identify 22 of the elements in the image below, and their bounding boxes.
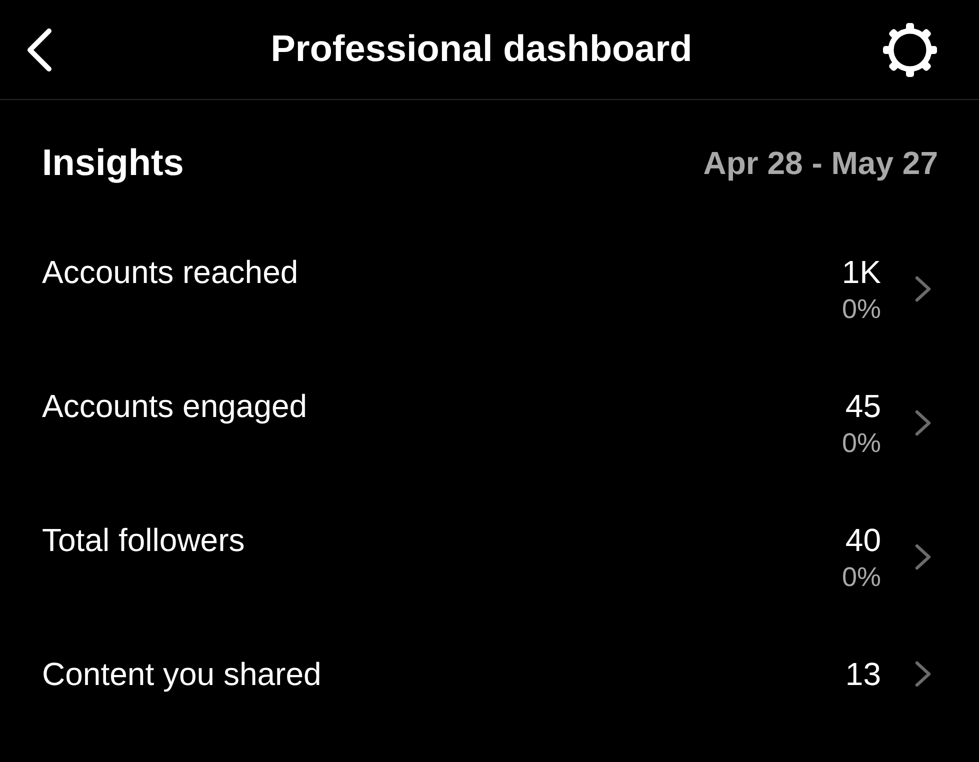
chevron-right-icon[interactable] bbox=[914, 409, 932, 437]
chevron-right-icon[interactable] bbox=[914, 660, 932, 688]
date-range[interactable]: Apr 28 - May 27 bbox=[703, 140, 938, 186]
section-heading: Insights bbox=[42, 141, 184, 185]
metric-value: 1K bbox=[842, 253, 881, 292]
metric-change: 0% bbox=[842, 561, 881, 594]
metric-value: 45 bbox=[845, 387, 881, 426]
metric-change: 0% bbox=[842, 427, 881, 460]
settings-icon bbox=[882, 22, 938, 78]
settings-button[interactable] bbox=[882, 22, 938, 78]
metric-label: Content you shared bbox=[42, 655, 322, 694]
metric-value: 13 bbox=[845, 655, 881, 694]
page-title: Professional dashboard bbox=[270, 27, 692, 72]
chevron-right-icon[interactable] bbox=[914, 275, 932, 303]
metric-value: 40 bbox=[845, 521, 881, 560]
metric-label: Total followers bbox=[42, 521, 245, 560]
metric-change: 0% bbox=[842, 293, 881, 326]
chevron-right-icon[interactable] bbox=[914, 543, 932, 571]
back-button[interactable] bbox=[25, 28, 53, 72]
back-icon bbox=[25, 28, 53, 72]
metric-label: Accounts engaged bbox=[42, 387, 308, 426]
metric-label: Accounts reached bbox=[42, 253, 298, 292]
